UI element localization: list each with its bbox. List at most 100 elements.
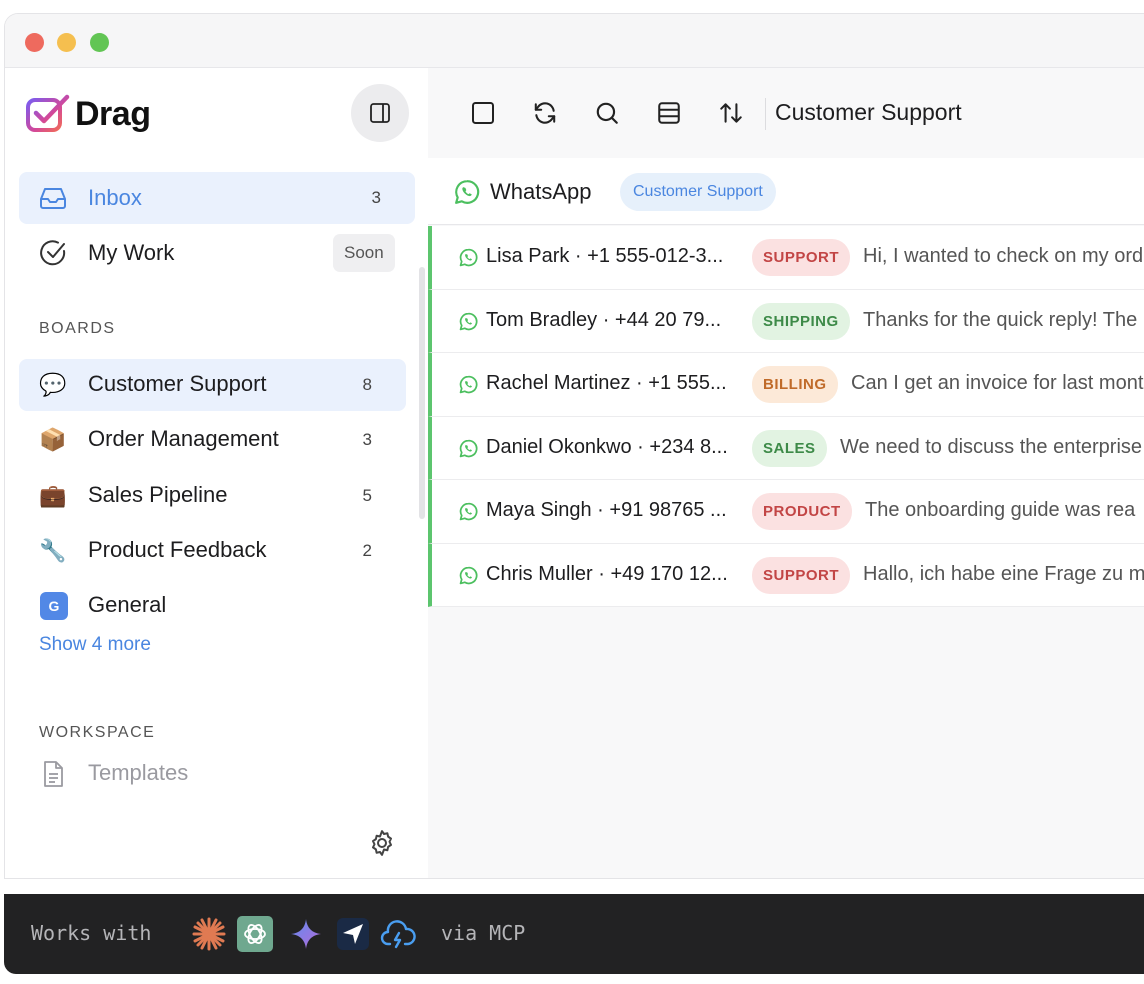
- contact-name: Daniel Okonkwo · +234 8...: [486, 435, 728, 458]
- board-label: Product Feedback: [88, 537, 267, 562]
- via-mcp-label: via MCP: [441, 921, 526, 945]
- message-preview: Thanks for the quick reply! The: [863, 308, 1138, 331]
- speech-bubble-icon: 💬: [39, 372, 67, 397]
- whatsapp-icon: [459, 502, 478, 521]
- conversation-tag: SALES: [752, 429, 827, 467]
- sidebar-item-label: Templates: [88, 760, 189, 785]
- whatsapp-icon: [459, 375, 478, 394]
- claude-icon: [191, 916, 227, 952]
- conversation-tag: PRODUCT: [752, 493, 852, 530]
- inbox-count: 3: [371, 188, 381, 207]
- board-label: Customer Support: [88, 371, 267, 396]
- message-preview: Hallo, ich habe eine Frage zu m: [863, 562, 1144, 585]
- message-preview: The onboarding guide was rea: [865, 499, 1136, 521]
- message-preview: Hi, I wanted to check on my ord: [863, 245, 1144, 267]
- show-more-link[interactable]: Show 4 more: [39, 634, 151, 656]
- conversation-tag: BILLING: [752, 366, 838, 403]
- boards-section-label: BOARDS: [39, 320, 116, 337]
- whatsapp-icon: [459, 312, 478, 330]
- board-count: 5: [362, 486, 372, 505]
- conversation-row[interactable]: Lisa Park · +1 555-012-3... SUPPORT Hi, I …: [428, 226, 1144, 290]
- contact-name: Rachel Martinez · +1 555...: [486, 372, 727, 394]
- sort-icon: [720, 103, 742, 123]
- soon-badge: Soon: [333, 234, 395, 272]
- board-count: 3: [362, 430, 372, 449]
- message-preview: We need to discuss the enterprise: [840, 435, 1143, 458]
- conversation-row[interactable]: Rachel Martinez · +1 555... BILLING Can I …: [428, 353, 1144, 417]
- workspace-section-label: WORKSPACE: [39, 724, 156, 741]
- refresh-button[interactable]: [528, 96, 562, 130]
- sidebar-item-templates[interactable]: Templates: [19, 748, 415, 800]
- app-logo[interactable]: Drag: [25, 94, 151, 134]
- cursor-icon: [335, 916, 371, 952]
- contact-name: Tom Bradley · +44 20 79...: [486, 308, 722, 331]
- check-circle-icon: [39, 240, 67, 266]
- toolbar: Customer Support: [428, 68, 1144, 158]
- gear-icon: [372, 830, 392, 856]
- briefcase-icon: 💼: [39, 483, 67, 508]
- package-icon: 📦: [39, 427, 67, 452]
- chatgpt-icon: [237, 916, 273, 952]
- conversation-tag: SUPPORT: [752, 556, 851, 594]
- whatsapp-icon: [455, 180, 480, 204]
- inbox-icon: [39, 185, 67, 211]
- sidebar-panel-icon: [370, 103, 390, 123]
- channel-header: WhatsApp Customer Support: [428, 158, 1144, 225]
- conversation-row[interactable]: Daniel Okonkwo · +234 8... SALES We need t…: [428, 416, 1144, 480]
- conversation-tag: SUPPORT: [752, 239, 851, 276]
- conversation-row[interactable]: Maya Singh · +91 98765 ... PRODUCT The onb…: [428, 480, 1144, 544]
- board-title: Customer Support: [775, 99, 962, 125]
- toolbar-divider: [765, 98, 766, 130]
- conversation-list: Lisa Park · +1 555-012-3... SUPPORT Hi, I …: [428, 226, 1144, 607]
- layout-button[interactable]: [652, 96, 686, 130]
- app-name: Drag: [75, 94, 151, 133]
- close-window-button[interactable]: [25, 33, 44, 52]
- general-letter-icon: G: [40, 592, 68, 620]
- sort-button[interactable]: [714, 96, 748, 130]
- board-label: Sales Pipeline: [88, 482, 228, 507]
- maximize-window-button[interactable]: [90, 33, 109, 52]
- sidebar-toggle-button[interactable]: [351, 84, 409, 142]
- sidebar-item-my-work[interactable]: My Work Soon: [19, 227, 415, 279]
- board-item-general[interactable]: G General: [19, 580, 406, 632]
- settings-button[interactable]: [367, 828, 397, 858]
- whatsapp-icon: [459, 439, 478, 457]
- board-item-product-feedback[interactable]: 🔧 Product Feedback 2: [19, 525, 406, 577]
- whatsapp-icon: [459, 566, 478, 584]
- sidebar: Drag Inbox 3 My Work Soon BOARDS 💬 Custo…: [5, 68, 428, 878]
- board-item-customer-support[interactable]: 💬 Customer Support 8: [19, 359, 406, 411]
- contact-name: Lisa Park · +1 555-012-3...: [486, 245, 724, 267]
- refresh-icon: [534, 102, 556, 124]
- main-panel: Customer Support WhatsApp Customer Suppo…: [428, 68, 1144, 878]
- select-all-button[interactable]: [466, 96, 500, 130]
- whatsapp-icon: [459, 248, 478, 267]
- checkbox-icon: [472, 102, 494, 124]
- message-preview: Can I get an invoice for last mont: [851, 372, 1144, 394]
- drag-logo-icon: [26, 94, 70, 132]
- contact-name: Maya Singh · +91 98765 ...: [486, 499, 727, 521]
- channel-board-tag[interactable]: Customer Support: [620, 173, 776, 211]
- sidebar-item-inbox[interactable]: Inbox 3: [19, 172, 415, 224]
- app-window: Drag Inbox 3 My Work Soon BOARDS 💬 Custo…: [4, 13, 1144, 879]
- board-label: General: [88, 592, 167, 617]
- minimize-window-button[interactable]: [57, 33, 76, 52]
- works-with-label: Works with: [31, 921, 152, 945]
- conversation-row[interactable]: Tom Bradley · +44 20 79... SHIPPING Thanks…: [428, 289, 1144, 353]
- gemini-icon: [288, 916, 324, 952]
- board-label: Order Management: [88, 426, 279, 451]
- contact-name: Chris Muller · +49 170 12...: [486, 562, 728, 585]
- board-count: 8: [362, 375, 372, 394]
- cloud-icon: [380, 916, 416, 952]
- search-button[interactable]: [590, 96, 624, 130]
- board-item-sales-pipeline[interactable]: 💼 Sales Pipeline 5: [19, 470, 406, 522]
- board-item-order-management[interactable]: 📦 Order Management 3: [19, 414, 406, 466]
- channel-name: WhatsApp: [490, 179, 592, 204]
- sidebar-item-label: My Work: [88, 240, 175, 265]
- conversation-tag: SHIPPING: [752, 302, 850, 340]
- sidebar-scrollbar[interactable]: [419, 267, 425, 519]
- conversation-row[interactable]: Chris Muller · +49 170 12... SUPPORT Hallo…: [428, 543, 1144, 607]
- sidebar-item-label: Inbox: [88, 185, 142, 210]
- layout-icon: [658, 102, 680, 124]
- wrench-icon: 🔧: [39, 538, 67, 563]
- mcp-integrations-bar: Works with via MCP: [4, 894, 1144, 974]
